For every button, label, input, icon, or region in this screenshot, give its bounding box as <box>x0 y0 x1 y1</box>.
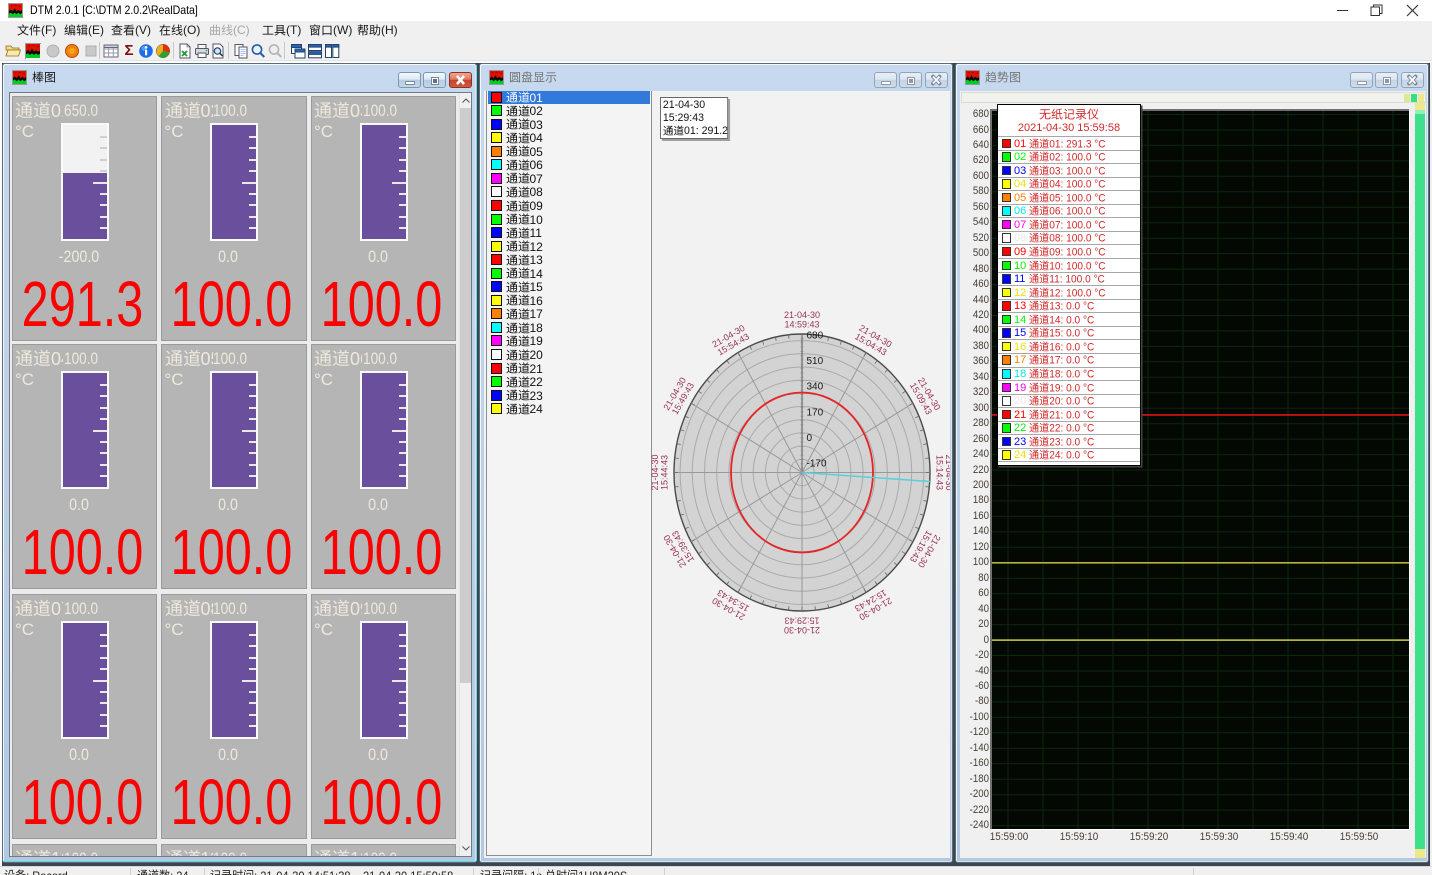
svg-text:21-04-30: 21-04-30 <box>784 310 820 320</box>
svg-text:170: 170 <box>807 407 824 418</box>
svg-text:510: 510 <box>807 356 824 367</box>
svg-text:21-04-30: 21-04-30 <box>650 454 660 490</box>
svg-text:-170: -170 <box>807 459 827 470</box>
svg-text:0: 0 <box>807 433 813 444</box>
svg-text:680: 680 <box>807 331 824 342</box>
svg-text:15:29:43: 15:29:43 <box>784 616 819 626</box>
svg-text:15:44:43: 15:44:43 <box>660 455 670 490</box>
svg-text:14:59:43: 14:59:43 <box>784 320 819 330</box>
svg-text:21-04-30: 21-04-30 <box>784 625 820 635</box>
svg-text:15:14:43: 15:14:43 <box>935 455 945 490</box>
svg-text:340: 340 <box>807 382 824 393</box>
